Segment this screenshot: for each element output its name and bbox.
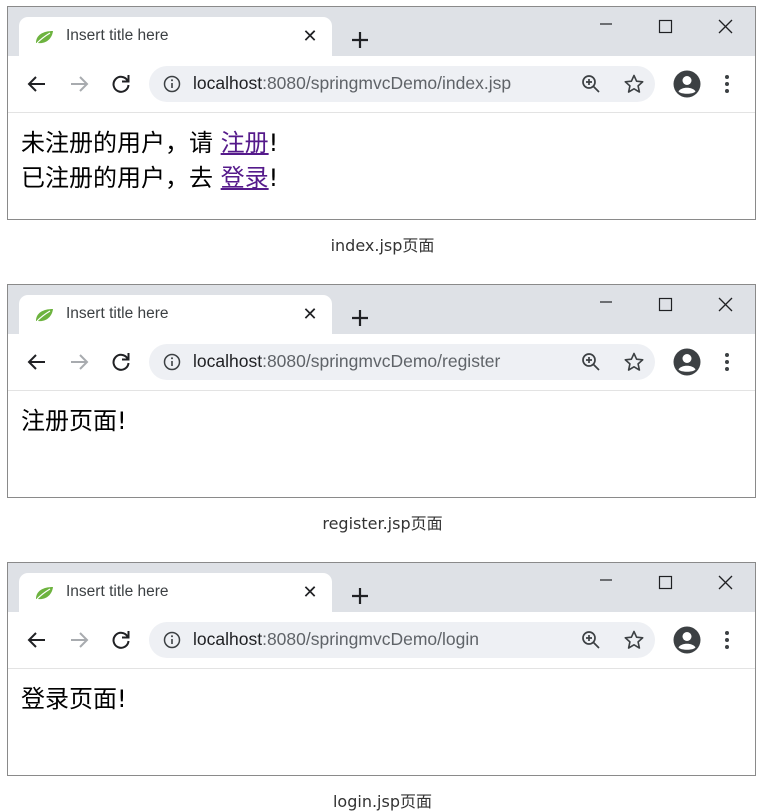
tab-close-icon[interactable]: ✕ <box>300 583 320 603</box>
zoom-icon[interactable] <box>581 74 601 94</box>
title-bar: Insert title here ✕ <box>8 563 755 613</box>
tab-login[interactable]: Insert title here ✕ <box>19 573 332 613</box>
url-host: localhost <box>193 629 263 649</box>
spring-leaf-icon <box>36 309 53 322</box>
spring-leaf-icon <box>36 31 53 44</box>
zoom-icon[interactable] <box>581 630 601 650</box>
star-icon[interactable] <box>623 629 645 651</box>
info-icon[interactable] <box>163 631 181 649</box>
window-close-icon[interactable] <box>715 573 737 595</box>
minimize-icon[interactable] <box>596 17 618 39</box>
spring-leaf-icon <box>36 587 53 600</box>
maximize-icon[interactable] <box>655 17 677 39</box>
browser-window-index: Insert title here ✕ localhost:8080/sprin… <box>7 6 756 220</box>
url-path: :8080/springmvcDemo/index.jsp <box>262 73 512 93</box>
url-path: :8080/springmvcDemo/login <box>262 629 479 649</box>
address-bar[interactable]: localhost:8080/springmvcDemo/login <box>149 622 655 658</box>
tab-title: Insert title here <box>66 27 169 44</box>
url-text[interactable]: localhost:8080/springmvcDemo/index.jsp <box>193 73 511 94</box>
title-bar: Insert title here ✕ <box>8 7 755 57</box>
window-close-icon[interactable] <box>715 295 737 317</box>
url-host: localhost <box>193 351 263 371</box>
reload-icon[interactable] <box>109 72 133 96</box>
minimize-icon[interactable] <box>596 295 618 317</box>
toolbar: localhost:8080/springmvcDemo/register <box>8 334 755 391</box>
page-content: 注册页面! <box>8 391 755 497</box>
star-icon[interactable] <box>623 73 645 95</box>
text-line-registered: 已注册的用户，去 登录! <box>21 161 755 196</box>
profile-icon[interactable] <box>673 70 701 98</box>
star-icon[interactable] <box>623 351 645 373</box>
line-suffix: ! <box>268 164 279 192</box>
reload-icon[interactable] <box>109 628 133 652</box>
toolbar: localhost:8080/springmvcDemo/index.jsp <box>8 56 755 113</box>
line-prefix: 已注册的用户，去 <box>21 164 221 192</box>
url-text[interactable]: localhost:8080/springmvcDemo/login <box>193 629 479 650</box>
info-icon[interactable] <box>163 353 181 371</box>
text-line-unregistered: 未注册的用户，请 注册! <box>21 126 755 161</box>
info-icon[interactable] <box>163 75 181 93</box>
window-close-icon[interactable] <box>715 17 737 39</box>
browser-window-register: Insert title here ✕ localhost:8080/sprin… <box>7 284 756 498</box>
browser-window-login: Insert title here ✕ localhost:8080/sprin… <box>7 562 756 776</box>
minimize-icon[interactable] <box>596 573 618 595</box>
profile-icon[interactable] <box>673 348 701 376</box>
toolbar: localhost:8080/springmvcDemo/login <box>8 612 755 669</box>
maximize-icon[interactable] <box>655 573 677 595</box>
tab-title: Insert title here <box>66 583 169 600</box>
new-tab-plus-icon[interactable] <box>347 305 373 331</box>
page-content: 未注册的用户，请 注册! 已注册的用户，去 登录! <box>8 113 755 219</box>
register-page-text: 注册页面! <box>21 407 127 435</box>
kebab-menu-icon[interactable] <box>723 72 731 96</box>
zoom-icon[interactable] <box>581 352 601 372</box>
address-bar[interactable]: localhost:8080/springmvcDemo/register <box>149 344 655 380</box>
page-content: 登录页面! <box>8 669 755 775</box>
tab-title: Insert title here <box>66 305 169 322</box>
line-prefix: 未注册的用户，请 <box>21 129 221 157</box>
url-text[interactable]: localhost:8080/springmvcDemo/register <box>193 351 500 372</box>
forward-arrow-icon[interactable] <box>67 350 91 374</box>
reload-icon[interactable] <box>109 350 133 374</box>
forward-arrow-icon[interactable] <box>67 628 91 652</box>
caption-index: index.jsp页面 <box>330 236 435 255</box>
caption-register: register.jsp页面 <box>322 514 443 533</box>
new-tab-plus-icon[interactable] <box>347 583 373 609</box>
address-bar[interactable]: localhost:8080/springmvcDemo/index.jsp <box>149 66 655 102</box>
login-link[interactable]: 登录 <box>221 164 269 192</box>
back-arrow-icon[interactable] <box>25 72 49 96</box>
new-tab-plus-icon[interactable] <box>347 27 373 53</box>
login-page-text: 登录页面! <box>21 685 127 713</box>
line-suffix: ! <box>268 129 279 157</box>
profile-icon[interactable] <box>673 626 701 654</box>
back-arrow-icon[interactable] <box>25 628 49 652</box>
forward-arrow-icon[interactable] <box>67 72 91 96</box>
url-host: localhost <box>193 73 263 93</box>
kebab-menu-icon[interactable] <box>723 628 731 652</box>
maximize-icon[interactable] <box>655 295 677 317</box>
back-arrow-icon[interactable] <box>25 350 49 374</box>
tab-close-icon[interactable]: ✕ <box>300 27 320 47</box>
kebab-menu-icon[interactable] <box>723 350 731 374</box>
caption-login: login.jsp页面 <box>332 792 432 811</box>
title-bar: Insert title here ✕ <box>8 285 755 335</box>
url-path: :8080/springmvcDemo/register <box>262 351 501 371</box>
tab-close-icon[interactable]: ✕ <box>300 305 320 325</box>
tab-register[interactable]: Insert title here ✕ <box>19 295 332 335</box>
register-link[interactable]: 注册 <box>221 129 269 157</box>
tab-index[interactable]: Insert title here ✕ <box>19 17 332 57</box>
